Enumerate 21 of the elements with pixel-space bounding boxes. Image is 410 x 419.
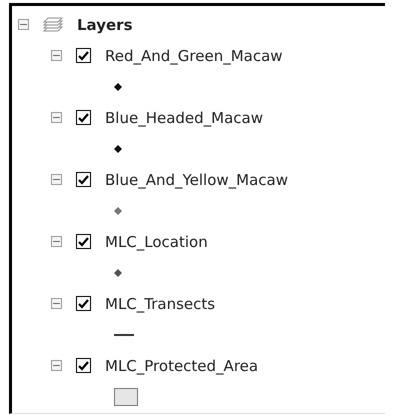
layer-name[interactable]: Blue_And_Yellow_Macaw bbox=[105, 170, 288, 188]
layer-name[interactable]: MLC_Transects bbox=[105, 294, 216, 312]
layer-name[interactable]: Red_And_Green_Macaw bbox=[105, 46, 283, 64]
layer-checkbox[interactable] bbox=[76, 172, 91, 187]
layers-title: Layers bbox=[77, 16, 132, 34]
layers-icon bbox=[43, 16, 63, 32]
layer-checkbox[interactable] bbox=[76, 110, 91, 125]
layer-checkbox[interactable] bbox=[76, 358, 91, 373]
layer-checkbox[interactable] bbox=[76, 48, 91, 63]
collapse-toggle[interactable] bbox=[51, 360, 62, 371]
layer-name[interactable]: MLC_Location bbox=[105, 232, 208, 250]
collapse-toggle[interactable] bbox=[51, 174, 62, 185]
layer-checkbox[interactable] bbox=[76, 234, 91, 249]
collapse-toggle[interactable] bbox=[51, 112, 62, 123]
layer-name[interactable]: MLC_Protected_Area bbox=[105, 356, 258, 374]
collapse-toggle[interactable] bbox=[18, 19, 29, 30]
collapse-toggle[interactable] bbox=[51, 298, 62, 309]
collapse-toggle[interactable] bbox=[51, 50, 62, 61]
layer-name[interactable]: Blue_Headed_Macaw bbox=[105, 108, 264, 126]
layer-checkbox[interactable] bbox=[76, 296, 91, 311]
collapse-toggle[interactable] bbox=[51, 236, 62, 247]
